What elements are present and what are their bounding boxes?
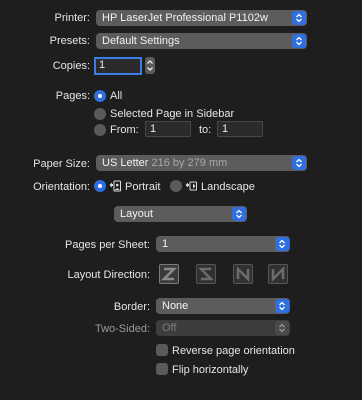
paper-size-value: US Letter (102, 157, 149, 169)
pages-range-radio[interactable] (94, 124, 106, 136)
chevron-updown-icon (292, 34, 306, 48)
flip-horizontally-label: Flip horizontally (172, 364, 249, 376)
pages-from-label: From: (110, 124, 139, 136)
printer-popup[interactable]: HP LaserJet Professional P1102w (96, 10, 307, 26)
stepper-arrows-icon (147, 60, 153, 71)
section-popup[interactable]: Layout (114, 206, 247, 222)
copies-stepper[interactable] (145, 57, 155, 74)
two-sided-popup[interactable]: Off (156, 320, 290, 336)
printer-label: Printer: (54, 12, 90, 24)
n-direction-icon (236, 265, 250, 283)
chevron-updown-icon (292, 156, 306, 170)
paper-size-label: Paper Size: (33, 158, 90, 170)
chevron-updown-icon (275, 237, 289, 251)
reverse-n-direction-icon (271, 265, 285, 283)
section-value: Layout (120, 208, 154, 220)
chevron-updown-icon (232, 207, 246, 221)
orientation-landscape-radio[interactable] (170, 180, 182, 192)
pages-selected-label: Selected Page in Sidebar (110, 108, 235, 120)
two-sided-value: Off (162, 322, 177, 334)
orientation-portrait-label: Portrait (125, 181, 161, 193)
presets-popup[interactable]: Default Settings (96, 33, 307, 49)
flip-horizontally-checkbox[interactable] (156, 363, 168, 375)
pages-selected-radio[interactable] (94, 108, 106, 120)
layout-direction-z-button[interactable] (159, 264, 179, 284)
layout-direction-reverse-n-button[interactable] (268, 264, 288, 284)
copies-label: Copies: (52, 60, 90, 72)
paper-size-popup[interactable]: US Letter 216 by 279 mm (96, 155, 307, 171)
pages-all-label: All (110, 90, 123, 102)
presets-label: Presets: (49, 35, 90, 47)
layout-direction-s-button[interactable] (196, 264, 216, 284)
border-popup[interactable]: None (156, 298, 290, 314)
border-label: Border: (113, 301, 150, 313)
border-value: None (162, 300, 189, 312)
pages-all-radio[interactable] (94, 90, 106, 102)
reverse-orientation-checkbox[interactable] (156, 344, 168, 356)
copies-field[interactable]: 1 (94, 57, 142, 75)
two-sided-label: Two-Sided: (94, 323, 150, 335)
paper-size-dims: 216 by 279 mm (151, 157, 228, 169)
pages-to-field[interactable]: 1 (217, 121, 263, 137)
reverse-orientation-label: Reverse page orientation (172, 345, 295, 357)
chevron-updown-icon (292, 11, 306, 25)
pages-to-label: to: (199, 124, 212, 136)
pages-per-sheet-value: 1 (162, 238, 169, 250)
pages-per-sheet-label: Pages per Sheet: (64, 239, 150, 251)
presets-value: Default Settings (102, 35, 180, 47)
pages-from-field[interactable]: 1 (145, 121, 191, 137)
orientation-portrait-radio[interactable] (94, 180, 106, 192)
orientation-label: Orientation: (33, 181, 90, 193)
reverse-z-direction-icon (197, 267, 215, 281)
landscape-orientation-icon (185, 181, 197, 191)
orientation-landscape-label: Landscape (201, 181, 255, 193)
printer-value: HP LaserJet Professional P1102w (102, 12, 268, 24)
pages-per-sheet-popup[interactable]: 1 (156, 236, 290, 252)
pages-label: Pages: (55, 90, 90, 102)
portrait-orientation-icon (109, 180, 121, 192)
layout-direction-n-button[interactable] (233, 264, 253, 284)
chevron-updown-icon (275, 321, 289, 335)
chevron-updown-icon (275, 299, 289, 313)
layout-direction-label: Layout Direction: (67, 269, 150, 281)
z-direction-icon (160, 267, 178, 281)
